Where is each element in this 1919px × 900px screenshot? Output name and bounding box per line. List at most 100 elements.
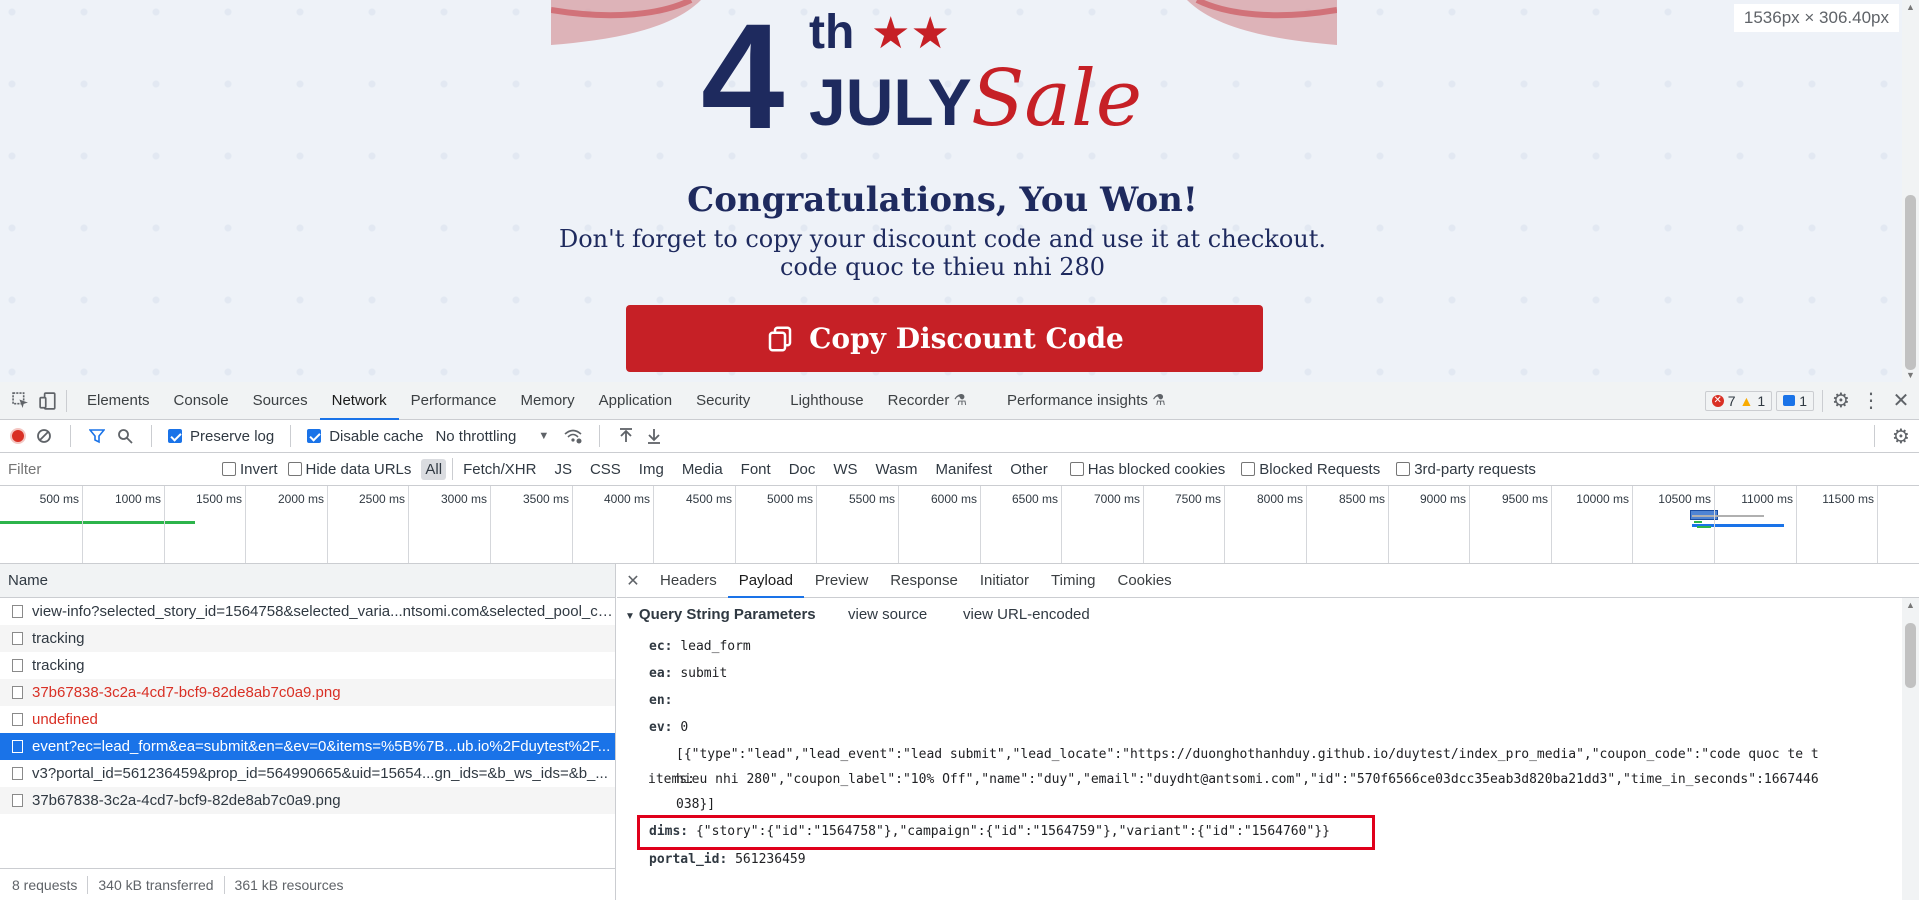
device-toolbar-icon[interactable] — [38, 391, 58, 411]
message-count: 1 — [1799, 392, 1807, 409]
hide-data-urls-checkbox[interactable] — [287, 462, 302, 476]
type-filter-img[interactable]: Img — [635, 459, 668, 480]
more-options-icon[interactable]: ⋮ — [1861, 390, 1881, 412]
export-har-icon[interactable] — [644, 426, 664, 446]
divider — [599, 425, 601, 447]
filter-bar: Invert Hide data URLs All Fetch/XHR JS C… — [0, 453, 1919, 486]
type-filter-ws[interactable]: WS — [829, 459, 861, 480]
tab-performance[interactable]: Performance — [399, 382, 509, 420]
request-row[interactable]: event?ec=lead_form&ea=submit&en=&ev=0&it… — [0, 733, 615, 760]
type-filter-media[interactable]: Media — [678, 459, 727, 480]
blocked-requests-checkbox[interactable] — [1241, 462, 1256, 476]
param-key: ec: — [649, 639, 673, 654]
record-icon[interactable] — [10, 428, 26, 444]
tab-headers[interactable]: Headers — [649, 564, 728, 598]
inspect-element-icon[interactable] — [10, 391, 30, 411]
file-icon — [12, 686, 23, 699]
type-filter-fetch-xhr[interactable]: Fetch/XHR — [459, 459, 540, 480]
query-string-section-toggle[interactable]: ▼ Query String Parameters — [625, 606, 816, 623]
detail-scroll-thumb[interactable] — [1905, 623, 1916, 688]
network-settings-gear-icon[interactable]: ⚙ — [1891, 426, 1911, 448]
timeline-bar-short-2 — [1697, 526, 1711, 528]
request-name: event?ec=lead_form&ea=submit&en=&ev=0&it… — [32, 738, 611, 755]
tab-sources[interactable]: Sources — [241, 382, 320, 420]
divider — [290, 425, 292, 447]
preserve-log-checkbox[interactable] — [168, 429, 182, 443]
tab-application[interactable]: Application — [587, 382, 684, 420]
param-value: 561236459 — [735, 852, 806, 867]
preserve-log-label: Preserve log — [190, 427, 275, 445]
type-filter-js[interactable]: JS — [550, 459, 576, 480]
tab-cookies[interactable]: Cookies — [1106, 564, 1182, 598]
throttling-select[interactable]: No throttling ▼ — [435, 428, 549, 445]
page-scrollbar[interactable]: ▲ ▼ — [1902, 0, 1919, 382]
import-har-icon[interactable] — [616, 426, 636, 446]
view-source-link[interactable]: view source — [848, 606, 927, 623]
invert-checkbox[interactable] — [222, 462, 236, 476]
type-filter-manifest[interactable]: Manifest — [932, 459, 997, 480]
request-row[interactable]: view-info?selected_story_id=1564758&sele… — [0, 598, 615, 625]
network-conditions-icon[interactable] — [563, 426, 583, 446]
clear-icon[interactable] — [34, 426, 54, 446]
third-party-requests-checkbox[interactable] — [1396, 462, 1411, 476]
timeline-tick: 1500 ms — [196, 486, 246, 563]
search-icon[interactable] — [115, 426, 135, 446]
timeline-tick-label: 11000 ms — [1741, 492, 1793, 506]
tab-memory[interactable]: Memory — [509, 382, 587, 420]
issues-counter[interactable]: ✕ 7 ▲ 1 — [1704, 390, 1773, 411]
network-timeline-overview[interactable]: 500 ms 1000 ms 1500 ms 2000 ms 2500 ms 3000 m… — [0, 486, 1919, 564]
settings-gear-icon[interactable]: ⚙ — [1831, 390, 1851, 412]
request-row[interactable]: tracking — [0, 625, 615, 652]
copy-discount-code-button[interactable]: Copy Discount Code — [626, 305, 1263, 372]
request-row[interactable]: tracking — [0, 652, 615, 679]
type-filter-font[interactable]: Font — [737, 459, 775, 480]
request-row[interactable]: 37b67838-3c2a-4cd7-bcf9-82de8ab7c0a9.png — [0, 787, 615, 814]
param-items-line-3: 038}] — [676, 797, 716, 812]
tab-payload[interactable]: Payload — [727, 564, 804, 598]
request-row[interactable]: v3?portal_id=561236459&prop_id=564990665… — [0, 760, 615, 787]
tab-lighthouse[interactable]: Lighthouse — [778, 382, 875, 420]
file-icon — [12, 767, 23, 780]
detail-scrollbar[interactable]: ▲ — [1902, 598, 1919, 900]
param-en: en: — [649, 693, 672, 708]
tab-recorder[interactable]: Recorder ⚗ — [876, 382, 979, 420]
type-filter-doc[interactable]: Doc — [785, 459, 820, 480]
tab-network[interactable]: Network — [319, 382, 399, 420]
page-scroll-thumb[interactable] — [1905, 195, 1916, 370]
param-portal-id: portal_id: 561236459 — [649, 852, 806, 867]
tab-timing[interactable]: Timing — [1040, 564, 1106, 598]
close-devtools-icon[interactable]: ✕ — [1891, 390, 1911, 412]
type-filter-all[interactable]: All — [421, 458, 447, 480]
tab-preview[interactable]: Preview — [804, 564, 879, 598]
filter-input[interactable] — [0, 457, 212, 481]
timeline-bar-short — [1694, 521, 1702, 523]
type-filter-wasm[interactable]: Wasm — [872, 459, 922, 480]
tab-initiator[interactable]: Initiator — [969, 564, 1040, 598]
tab-elements[interactable]: Elements — [75, 382, 162, 420]
tab-security[interactable]: Security — [684, 382, 762, 420]
filter-icon[interactable] — [87, 426, 107, 446]
timeline-tick-label: 500 ms — [39, 492, 79, 506]
param-items-line-2: hieu nhi 280","coupon_label":"10% Off","… — [676, 772, 1819, 787]
warning-count: 1 — [1757, 392, 1766, 409]
timeline-tick-label: 1500 ms — [195, 492, 242, 506]
disable-cache-checkbox[interactable] — [307, 429, 322, 443]
scroll-up-icon[interactable]: ▲ — [1905, 2, 1916, 12]
timeline-tick-label: 4000 ms — [603, 492, 650, 506]
close-detail-icon[interactable]: ✕ — [617, 571, 649, 591]
messages-counter[interactable]: 1 — [1776, 390, 1814, 411]
request-row[interactable]: undefined — [0, 706, 615, 733]
request-row[interactable]: 37b67838-3c2a-4cd7-bcf9-82de8ab7c0a9.png — [0, 679, 615, 706]
has-blocked-cookies-checkbox[interactable] — [1069, 462, 1084, 476]
scroll-up-icon[interactable]: ▲ — [1905, 600, 1916, 610]
tab-performance-insights[interactable]: Performance insights ⚗ — [995, 382, 1178, 420]
type-filter-other[interactable]: Other — [1006, 459, 1052, 480]
request-detail-panel: ✕ Headers Payload Preview Response Initi… — [617, 564, 1919, 900]
tab-response[interactable]: Response — [879, 564, 969, 598]
scroll-down-icon[interactable]: ▼ — [1905, 370, 1916, 380]
name-column-header[interactable]: Name — [0, 564, 615, 598]
type-filter-css[interactable]: CSS — [586, 459, 625, 480]
transferred-size: 340 kB transferred — [98, 876, 214, 893]
view-url-encoded-link[interactable]: view URL-encoded — [963, 606, 1090, 623]
tab-console[interactable]: Console — [162, 382, 241, 420]
